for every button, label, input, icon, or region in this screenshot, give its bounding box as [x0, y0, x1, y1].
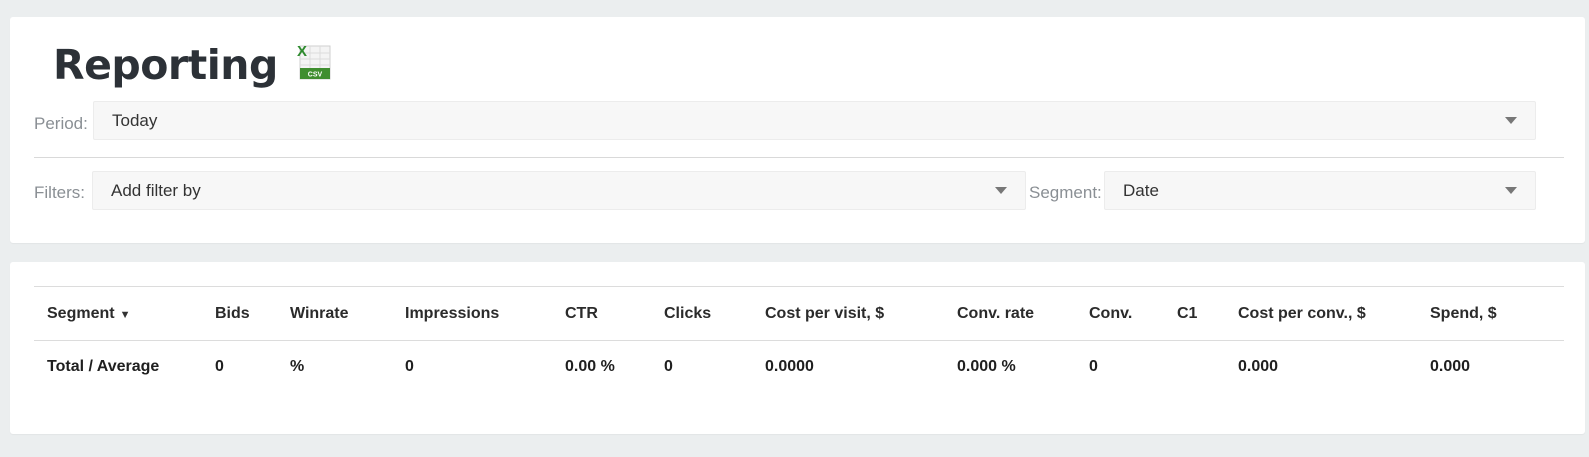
- period-label: Period:: [34, 114, 88, 133]
- csv-icon-letter: X: [297, 43, 307, 60]
- cell-winrate: %: [290, 357, 305, 375]
- filters-select[interactable]: Add filter by: [92, 171, 1026, 210]
- segment-value: Date: [1123, 181, 1159, 200]
- chevron-down-icon: [1505, 187, 1517, 194]
- column-header-cost-per-visit[interactable]: Cost per visit, $: [752, 287, 944, 341]
- column-header-spend[interactable]: Spend, $: [1417, 287, 1564, 341]
- csv-export-icon[interactable]: CSV X: [296, 43, 332, 81]
- column-header-conv-rate[interactable]: Conv. rate: [944, 287, 1076, 341]
- cell-cost-per-visit: 0.0000: [765, 357, 814, 375]
- column-header-cost-per-conv[interactable]: Cost per conv., $: [1225, 287, 1417, 341]
- cell-segment: Total / Average: [47, 357, 160, 375]
- segment-label: Segment:: [1029, 183, 1102, 202]
- cell-c1: [1164, 341, 1225, 393]
- column-header-winrate[interactable]: Winrate: [277, 287, 392, 341]
- cell-clicks: 0: [664, 357, 673, 375]
- period-value: Today: [112, 111, 158, 130]
- cell-cost-per-conv: 0.000: [1238, 357, 1279, 375]
- sort-desc-icon: ▼: [119, 308, 131, 321]
- segment-select[interactable]: Date: [1104, 171, 1536, 210]
- column-header-impressions[interactable]: Impressions: [392, 287, 552, 341]
- filters-placeholder: Add filter by: [111, 181, 201, 200]
- table-header-row: Segment ▼ Bids Winrate Impressions CTR Cl…: [34, 286, 1564, 341]
- report-table: Segment ▼ Bids Winrate Impressions CTR Cl…: [34, 286, 1564, 393]
- divider: [34, 157, 1564, 158]
- column-header-ctr[interactable]: CTR: [552, 287, 651, 341]
- filters-panel: Reporting CSV X Period: Today Filters: A…: [10, 17, 1585, 243]
- csv-icon-label: CSV: [308, 72, 323, 79]
- cell-conv-rate: 0.000 %: [957, 357, 1016, 375]
- table-row-total: Total / Average 0 % 0 0.00 % 0 0.0000 0.…: [34, 341, 1564, 393]
- filters-label: Filters:: [34, 183, 85, 202]
- column-header-c1[interactable]: C1: [1164, 287, 1225, 341]
- chevron-down-icon: [1505, 117, 1517, 124]
- column-header-segment[interactable]: Segment ▼: [34, 287, 202, 341]
- page-title: Reporting: [53, 41, 278, 89]
- cell-bids: 0: [215, 357, 224, 375]
- cell-spend: 0.000: [1430, 357, 1471, 375]
- cell-conv: 0: [1089, 357, 1098, 375]
- period-select[interactable]: Today: [93, 101, 1536, 140]
- column-header-conv[interactable]: Conv.: [1076, 287, 1164, 341]
- column-header-clicks[interactable]: Clicks: [651, 287, 752, 341]
- chevron-down-icon: [995, 187, 1007, 194]
- cell-impressions: 0: [405, 357, 414, 375]
- column-header-bids[interactable]: Bids: [202, 287, 277, 341]
- cell-ctr: 0.00 %: [565, 357, 615, 375]
- report-table-panel: Segment ▼ Bids Winrate Impressions CTR Cl…: [10, 262, 1585, 434]
